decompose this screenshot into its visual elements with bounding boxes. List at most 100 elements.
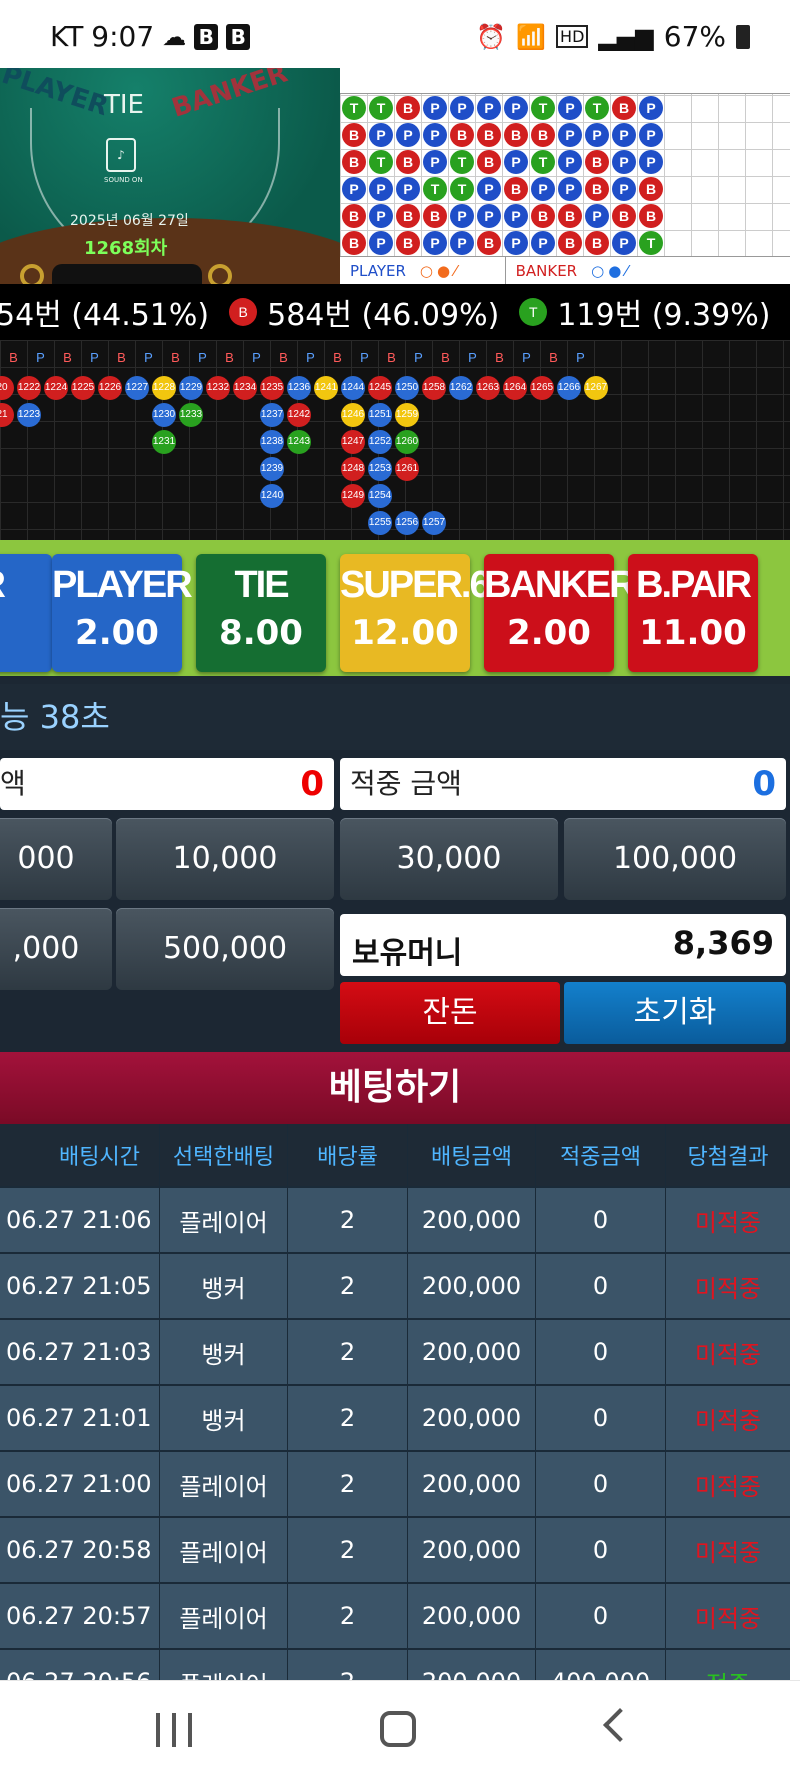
history-rows: 06.27 21:06 플레이어 2 200,000 0 미적중 06.27 21:05 뱅커… (0, 1188, 790, 1680)
road-letter: P (252, 350, 261, 365)
road-result-circle: 1243 (287, 430, 311, 454)
table-cell: 0 (536, 1320, 666, 1384)
table-row[interactable]: 06.27 20:58 플레이어 2 200,000 0 미적중 (0, 1518, 790, 1584)
road-result-circle: 1264 (503, 376, 527, 400)
table-row[interactable]: 06.27 20:56플레이어2200,000400,000적중 (0, 1650, 790, 1680)
table-cell: 미적중 (694, 1406, 762, 1435)
dealer-shoe (52, 264, 202, 284)
table-row[interactable]: 06.27 21:06 플레이어 2 200,000 0 미적중 (0, 1188, 790, 1254)
bet-button-player[interactable]: PLAYER 2.00 (52, 554, 193, 672)
road-result-circle: 1242 (287, 403, 311, 427)
table-row[interactable]: 06.27 20:57 플레이어 2 200,000 0 미적중 (0, 1584, 790, 1650)
bead-B: B (504, 123, 528, 147)
tie-badge-icon: T (519, 298, 548, 326)
sound-icon[interactable]: ♪ (106, 138, 136, 172)
hd-icon: HD (556, 25, 589, 48)
table-cell: 2 (288, 1650, 408, 1680)
column-header: 적중금액 (536, 1124, 666, 1186)
system-nav-bar (0, 1680, 800, 1778)
column-header: 선택한배팅 (160, 1124, 288, 1186)
road-letter: P (522, 350, 531, 365)
place-bet-button[interactable]: 베팅하기 (0, 1052, 790, 1124)
chip-button-30000[interactable]: 30,000 (340, 818, 558, 900)
bead-P: P (531, 177, 555, 201)
road-letter: B (225, 350, 234, 365)
chip-button-100000[interactable]: 100,000 (564, 818, 786, 900)
legend-player-label: PLAYER (350, 261, 406, 280)
column-header: 배팅시간 (0, 1124, 160, 1186)
bead-P: P (639, 96, 663, 120)
bead-P: P (396, 123, 420, 147)
table-row[interactable]: 06.27 21:05 뱅커 2 200,000 0 미적중 (0, 1254, 790, 1320)
bet-odds: 0 (0, 613, 52, 653)
road-result-circle: 1266 (557, 376, 581, 400)
chip-icon (208, 264, 232, 284)
bet-odds: 12.00 (351, 613, 459, 653)
change-button[interactable]: 잔돈 (340, 982, 560, 1044)
road-result-circle: 1239 (260, 457, 284, 481)
sound-label: SOUND ON (104, 176, 143, 184)
road-result-circle: 1237 (260, 403, 284, 427)
road-result-circle: 1256 (395, 511, 419, 535)
hit-amount-value: 0 (752, 764, 776, 804)
bead-P: P (612, 177, 636, 201)
table-cell: 06.27 20:57 (0, 1584, 160, 1648)
back-icon[interactable] (603, 1708, 637, 1742)
bet-options: IR 0PLAYER 2.00 TIE 8.00 SUPER.6 12.00 BANKER 2.… (0, 540, 790, 676)
road-result-circle: 1236 (287, 376, 311, 400)
bead-B: B (342, 231, 366, 255)
road-letter: B (9, 350, 18, 365)
result-stats: 54번 (44.51%) B 584번 (46.09%) T 119번 (9.3… (0, 284, 790, 340)
recents-icon[interactable] (156, 1713, 192, 1747)
table-cell: 적중 (666, 1650, 790, 1681)
road-result-circle: 1235 (260, 376, 284, 400)
bet-name: SUPER.6 (340, 564, 491, 606)
bead-B: B (639, 204, 663, 228)
bet-button-ir[interactable]: IR 0 (0, 554, 52, 672)
bead-B: B (504, 177, 528, 201)
road-result-circle: 1263 (476, 376, 500, 400)
chip-button-10000[interactable]: 10,000 (116, 818, 334, 900)
bead-B: B (558, 204, 582, 228)
home-icon[interactable] (380, 1711, 416, 1747)
bead-P: P (585, 123, 609, 147)
road-letter: B (549, 350, 558, 365)
bet-odds: 8.00 (219, 613, 303, 653)
bead-B: B (558, 231, 582, 255)
tie-stat: T 119번 (9.39%) (519, 290, 770, 334)
bead-P: P (342, 177, 366, 201)
reset-button[interactable]: 초기화 (564, 982, 786, 1044)
bead-T: T (342, 96, 366, 120)
table-cell: 미적중 (694, 1340, 762, 1369)
bet-button-banker[interactable]: BANKER 2.00 (484, 554, 637, 672)
table-cell: 뱅커 (160, 1320, 288, 1384)
chip-button-partial[interactable]: 000 (0, 818, 112, 900)
chip-button-500000[interactable]: 500,000 (116, 908, 334, 990)
chip-button-partial-2[interactable]: ,000 (0, 908, 112, 990)
player-stat-value: 54번 (44.51%) (0, 298, 210, 333)
bet-button-super-6[interactable]: SUPER.6 12.00 (340, 554, 491, 672)
table-cell: 0 (536, 1188, 666, 1252)
bead-P: P (558, 177, 582, 201)
bead-B: B (396, 231, 420, 255)
road-letter: P (576, 350, 585, 365)
table-cell: 플레이어 (160, 1188, 288, 1252)
bet-name: BANKER (484, 564, 637, 606)
table-cell: 06.27 21:01 (0, 1386, 160, 1450)
road-result-circle: 1251 (368, 403, 392, 427)
bead-P: P (396, 177, 420, 201)
table-cell: 200,000 (408, 1386, 536, 1450)
road-result-circle: 1253 (368, 457, 392, 481)
table-row[interactable]: 06.27 21:01 뱅커 2 200,000 0 미적중 (0, 1386, 790, 1452)
table-row[interactable]: 06.27 21:03 뱅커 2 200,000 0 미적중 (0, 1320, 790, 1386)
table-row[interactable]: 06.27 21:00 플레이어 2 200,000 0 미적중 (0, 1452, 790, 1518)
holding-money-value: 8,369 (672, 924, 774, 962)
road-result-circle: 1255 (368, 511, 392, 535)
table-cell: 플레이어 (160, 1650, 288, 1680)
bead-road-board: TTBPPPPTPTBPBPPPBBBBPPPPBTBPTBPTPBPPPPPT… (340, 68, 790, 285)
bead-P: P (639, 150, 663, 174)
table-cell: 0 (536, 1254, 666, 1318)
bet-button-tie[interactable]: TIE 8.00 (196, 554, 326, 672)
road-letter: P (144, 350, 153, 365)
bet-button-b-pair[interactable]: B.PAIR 11.00 (628, 554, 758, 672)
